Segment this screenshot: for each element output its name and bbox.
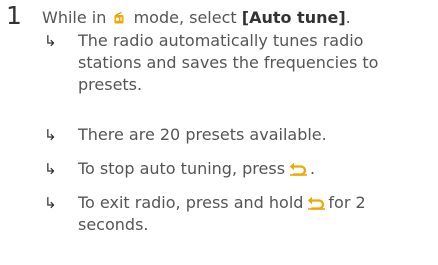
result-text: To stop auto tuning, press bbox=[78, 159, 286, 178]
result-arrow-icon: ↳ bbox=[44, 194, 57, 212]
result-item: ↳ To exit radio, press and hold for 2 se… bbox=[44, 192, 434, 236]
result-arrow-icon: ↳ bbox=[44, 126, 57, 144]
radio-mode-icon bbox=[114, 12, 124, 24]
back-icon bbox=[289, 162, 308, 176]
result-arrow-icon: ↳ bbox=[44, 32, 57, 50]
result-line: presets. bbox=[78, 75, 143, 94]
result-text-end: for 2 bbox=[328, 193, 366, 212]
auto-tune-label: [Auto tune] bbox=[241, 8, 346, 27]
result-arrow-icon: ↳ bbox=[44, 160, 57, 178]
step-text-after: mode, select bbox=[133, 8, 237, 27]
instruction-page: 1 While in mode, select [Auto tune]. ↳ T… bbox=[0, 0, 438, 265]
result-line: stations and saves the frequencies to bbox=[78, 53, 379, 72]
result-line: The radio automatically tunes radio bbox=[78, 31, 364, 50]
result-text: To exit radio, press and hold bbox=[78, 193, 304, 212]
result-item: ↳ To stop auto tuning, press . bbox=[44, 158, 434, 180]
result-item: ↳ There are 20 presets available. bbox=[44, 124, 434, 146]
step-instruction: While in mode, select [Auto tune]. bbox=[42, 7, 432, 29]
result-text: There are 20 presets available. bbox=[78, 125, 327, 144]
result-item: ↳ The radio automatically tunes radio st… bbox=[44, 30, 434, 96]
back-icon bbox=[308, 196, 326, 210]
result-text-end: . bbox=[310, 159, 316, 178]
step-text-before: While in bbox=[42, 8, 107, 27]
step-trailing-punct: . bbox=[345, 8, 351, 27]
result-line: seconds. bbox=[78, 215, 149, 234]
step-number: 1 bbox=[6, 1, 22, 30]
